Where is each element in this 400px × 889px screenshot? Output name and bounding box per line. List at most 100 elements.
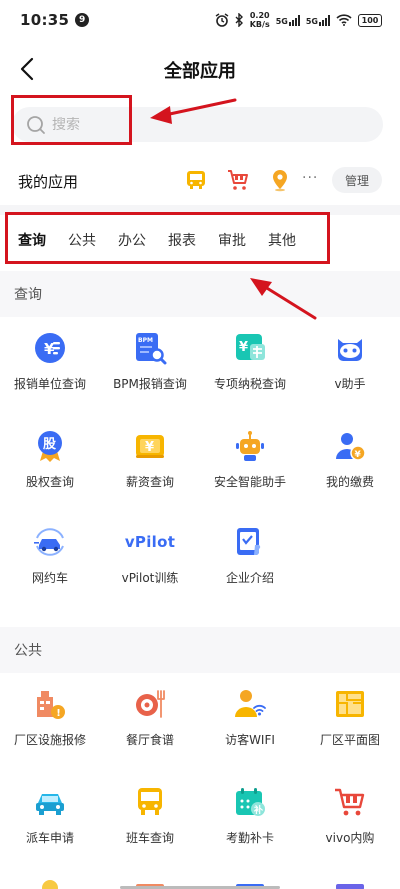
svg-text:BPM: BPM	[138, 337, 153, 344]
tab-approval[interactable]: 审批	[218, 230, 246, 250]
wifi-icon	[336, 14, 352, 26]
query-app-grid: ¥ 报销单位查询 BPM BPM报销查询 ¥ 专项纳税查询 v助手 股 股权查询…	[0, 317, 400, 617]
signal-2-label: 5G	[305, 16, 318, 26]
svg-text:股: 股	[43, 437, 56, 452]
app-label: 班车查询	[125, 831, 174, 845]
network-speed: 0.20 KB/s	[250, 11, 270, 29]
my-apps-title: 我的应用	[18, 172, 79, 191]
signal-1: 5G	[275, 14, 300, 26]
search-icon	[27, 115, 45, 134]
more-icon[interactable]: ···	[302, 170, 318, 186]
app-salary-query[interactable]: ¥ 薪资查询	[100, 429, 200, 490]
app-label: 企业介绍	[225, 571, 274, 585]
manage-button[interactable]: 管理	[332, 167, 382, 193]
car-icon	[33, 525, 67, 559]
app-facility-repair[interactable]: ! 厂区设施报修	[0, 687, 100, 748]
tab-public[interactable]: 公共	[68, 230, 96, 250]
signal-1-label: 5G	[275, 16, 288, 26]
tab-other[interactable]: 其他	[268, 230, 296, 250]
speed-unit: KB/s	[249, 20, 270, 29]
page-title: 全部应用	[164, 61, 236, 82]
status-indicators: 0.20 KB/s 5G 5G 100	[215, 11, 382, 29]
tab-report[interactable]: 报表	[168, 230, 196, 250]
vpilot-logo-text: vPilot	[124, 533, 176, 551]
company-intro-icon	[233, 525, 267, 559]
tab-office[interactable]: 办公	[118, 230, 146, 250]
shopping-cart-icon	[333, 785, 367, 819]
app-attendance[interactable]: 补 考勤补卡	[200, 785, 300, 846]
app-label: 餐厅食谱	[125, 733, 174, 747]
app-safety-assistant[interactable]: 安全智能助手	[200, 429, 300, 490]
app-label: 安全智能助手	[213, 475, 286, 489]
app-label: 访客WIFI	[225, 733, 275, 747]
restaurant-icon	[133, 687, 167, 721]
app-equity-query[interactable]: 股 股权查询	[0, 429, 100, 490]
svg-text:¥: ¥	[145, 440, 154, 455]
app-label: 薪资查询	[125, 475, 174, 489]
partial-icons	[42, 880, 364, 889]
attendance-icon: 补	[233, 785, 267, 819]
bluetooth-icon	[235, 13, 243, 27]
location-pin-icon[interactable]	[268, 168, 292, 192]
nav-bar: 全部应用	[0, 40, 400, 100]
speed-value: 0.20	[249, 11, 270, 20]
bus-icon[interactable]	[184, 168, 208, 192]
alarm-icon	[215, 13, 229, 27]
status-bar: 10:35 9 0.20 KB/s 5G 5G 100	[0, 0, 400, 40]
app-restaurant-menu[interactable]: 餐厅食谱	[100, 687, 200, 748]
robot-icon	[233, 429, 267, 463]
assistant-icon	[333, 331, 367, 365]
car-request-icon	[33, 785, 67, 819]
app-label: vPilot训练	[121, 571, 179, 585]
app-label: 股权查询	[25, 475, 74, 489]
app-label: vivo内购	[325, 831, 375, 845]
vpilot-icon: vPilot	[115, 525, 185, 559]
app-car-request[interactable]: 派车申请	[0, 785, 100, 846]
svg-text:¥: ¥	[239, 340, 248, 355]
signal-bars-icon	[319, 14, 330, 26]
app-label: 考勤补卡	[225, 831, 274, 845]
app-label: BPM报销查询	[113, 377, 187, 391]
app-vpilot-training[interactable]: vPilot vPilot训练	[100, 525, 200, 586]
app-company-intro[interactable]: 企业介绍	[200, 525, 300, 586]
app-label: 我的缴费	[325, 475, 374, 489]
app-floor-plan[interactable]: 厂区平面图	[300, 687, 400, 748]
app-visitor-wifi[interactable]: 访客WIFI	[200, 687, 300, 748]
app-reimburse-query[interactable]: ¥ 报销单位查询	[0, 331, 100, 392]
back-button[interactable]	[12, 54, 42, 84]
clock: 10:35	[20, 11, 70, 29]
app-label: v助手	[334, 377, 366, 391]
app-label: 专项纳税查询	[213, 377, 286, 391]
chevron-left-icon	[20, 57, 34, 81]
app-label: 厂区设施报修	[13, 733, 86, 747]
app-label: 网约车	[31, 571, 68, 585]
equity-icon: 股	[33, 429, 67, 463]
reimburse-icon: ¥	[33, 331, 67, 365]
app-v-assistant[interactable]: v助手	[300, 331, 400, 392]
app-vivo-store[interactable]: vivo内购	[300, 785, 400, 846]
tax-icon: ¥	[233, 331, 267, 365]
tab-query[interactable]: 查询	[18, 230, 46, 250]
shuttle-bus-icon	[133, 785, 167, 819]
section-title-query: 查询	[0, 271, 400, 317]
payment-icon: ¥	[333, 429, 367, 463]
app-my-payment[interactable]: ¥ 我的缴费	[300, 429, 400, 490]
app-ride-hailing[interactable]: 网约车	[0, 525, 100, 586]
cart-icon[interactable]	[226, 168, 250, 192]
notification-badge: 9	[75, 13, 90, 27]
divider	[0, 205, 400, 215]
svg-text:补: 补	[253, 804, 263, 816]
signal-2: 5G	[305, 14, 330, 26]
floor-plan-icon	[333, 687, 367, 721]
next-row-partial	[0, 870, 400, 889]
app-shuttle-bus[interactable]: 班车查询	[100, 785, 200, 846]
app-label: 厂区平面图	[319, 733, 380, 747]
search-bar[interactable]	[12, 107, 383, 142]
facility-repair-icon: !	[33, 687, 67, 721]
status-time: 10:35 9	[20, 11, 90, 29]
app-bpm-query[interactable]: BPM BPM报销查询	[100, 331, 200, 392]
app-tax-query[interactable]: ¥ 专项纳税查询	[200, 331, 300, 392]
my-apps-icons	[184, 168, 292, 192]
search-input[interactable]	[52, 116, 352, 133]
signal-bars-icon	[288, 14, 300, 26]
